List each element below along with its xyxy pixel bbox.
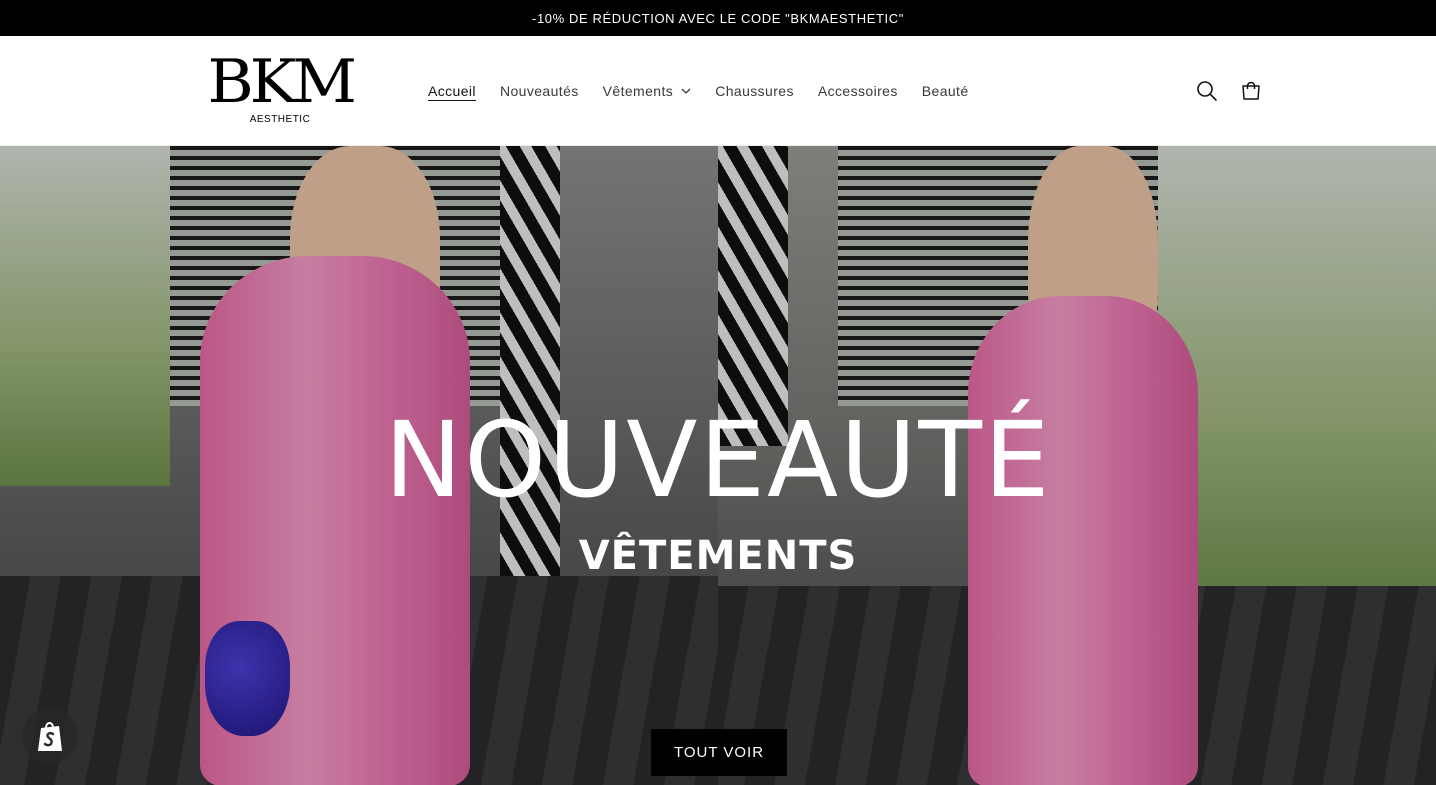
- main-nav: Accueil Nouveautés Vêtements Chaussures …: [428, 36, 993, 146]
- nav-item-accessoires[interactable]: Accessoires: [818, 83, 898, 99]
- nav-item-nouveautes[interactable]: Nouveautés: [500, 83, 579, 99]
- hero-subtitle: VÊTEMENTS: [578, 533, 858, 579]
- shopify-badge[interactable]: [22, 708, 78, 764]
- nav-item-vetements-label: Vêtements: [602, 83, 674, 99]
- site-header: BKM AESTHETIC Accueil Nouveautés Vêtemen…: [0, 36, 1436, 146]
- announcement-bar: -10% DE RÉDUCTION AVEC LE CODE "BKMAESTH…: [0, 0, 1436, 36]
- nav-item-accueil[interactable]: Accueil: [428, 83, 476, 99]
- hero-title: NOUVEAUTÉ: [384, 399, 1052, 521]
- view-all-button[interactable]: TOUT VOIR: [651, 729, 787, 776]
- chevron-down-icon: [681, 88, 691, 94]
- logo[interactable]: BKM AESTHETIC: [200, 52, 360, 130]
- cart-icon: [1242, 81, 1260, 100]
- logo-mark: BKM: [207, 47, 356, 117]
- nav-item-vetements[interactable]: Vêtements: [603, 83, 692, 99]
- nav-item-chaussures[interactable]: Chaussures: [715, 83, 794, 99]
- search-icon: [1197, 81, 1217, 101]
- announcement-text: -10% DE RÉDUCTION AVEC LE CODE "BKMAESTH…: [532, 10, 904, 26]
- shopify-bag-icon: [38, 722, 62, 751]
- cart-button[interactable]: [1238, 78, 1264, 104]
- search-button[interactable]: [1194, 78, 1220, 104]
- nav-item-beaute[interactable]: Beauté: [922, 83, 969, 99]
